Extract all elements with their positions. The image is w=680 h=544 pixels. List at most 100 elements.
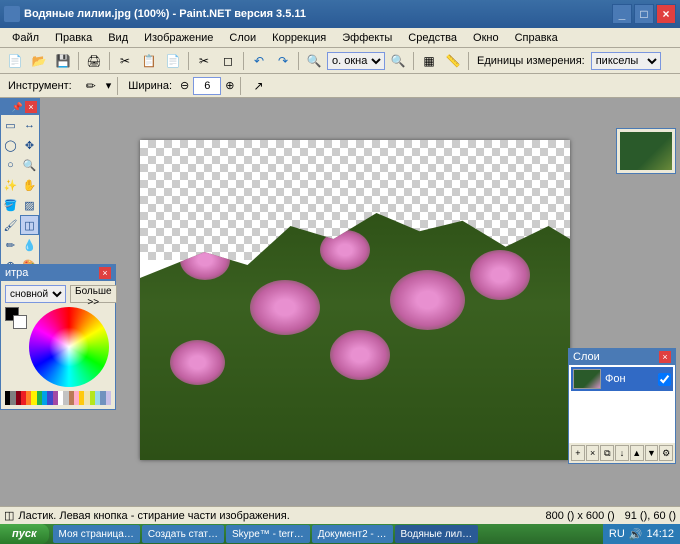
duplicate-layer-icon[interactable]: ⧉ [600,445,614,461]
properties-icon[interactable]: ⚙ [659,445,673,461]
tool-fill[interactable]: 🪣 [1,195,20,215]
pin-icon[interactable]: 📌 [12,102,23,113]
taskbar: пуск Моя страница…Создать стат…Skype™ - … [0,524,680,544]
layers-empty [571,391,673,441]
save-icon[interactable]: 💾 [52,50,74,72]
minus-icon[interactable]: ⊖ [180,79,189,92]
open-icon[interactable]: 📂 [28,50,50,72]
move-down-icon[interactable]: ▼ [645,445,659,461]
taskbar-item[interactable]: Моя страница… [53,525,140,543]
cut-icon[interactable]: ✂ [114,50,136,72]
workspace: 📌 × ▭ ↔ ◯ ✥ ○ 🔍 ✨ ✋ 🪣 ▨ 🖌 ◫ ✏ 💧 ⊕ 🎨 T ╱ … [0,98,680,524]
color-mode-select[interactable]: сновной [5,285,66,303]
tool-eraser[interactable]: ◫ [20,215,39,235]
menu-adjust[interactable]: Коррекция [264,30,334,46]
clock[interactable]: 14:12 [646,528,674,540]
menu-layers[interactable]: Слои [221,30,264,46]
layers-panel-title[interactable]: Слои × [569,349,675,365]
redo-icon[interactable]: ↷ [272,50,294,72]
menubar: Файл Правка Вид Изображение Слои Коррекц… [0,28,680,48]
main-toolbar: 📄 📂 💾 🖨 ✂ 📋 📄 ✂ ◻ ↶ ↷ 🔍 о. окна 🔍 ▦ 📏 Ед… [0,48,680,74]
copy-icon[interactable]: 📋 [138,50,160,72]
menu-effects[interactable]: Эффекты [334,30,400,46]
tools-panel-title[interactable]: 📌 × [1,99,39,115]
tool-lasso[interactable]: ◯ [1,135,20,155]
color-wheel[interactable] [29,307,109,387]
antialias-icon[interactable]: ↗ [247,75,269,97]
tool-label: Инструмент: [4,80,76,92]
plus-icon[interactable]: ⊕ [225,79,234,92]
menu-file[interactable]: Файл [4,30,47,46]
units-select[interactable]: пикселы [591,52,661,70]
tool-pencil[interactable]: ✏ [1,235,20,255]
zoom-in-icon[interactable]: 🔍 [387,50,409,72]
crop-icon[interactable]: ✂ [193,50,215,72]
close-icon[interactable]: × [99,267,111,279]
tray-icon[interactable]: 🔊 [629,528,643,541]
colors-title-text: итра [5,267,28,279]
tool-ellipse-select[interactable]: ○ [1,155,20,175]
palette-cell[interactable] [106,391,111,405]
color-swatches[interactable] [5,307,23,335]
minimize-button[interactable]: _ [612,4,632,24]
menu-help[interactable]: Справка [507,30,566,46]
close-icon[interactable]: × [659,351,671,363]
layer-visible-checkbox[interactable] [658,373,671,386]
close-button[interactable]: × [656,4,676,24]
tool-magic-wand[interactable]: ✨ [1,175,20,195]
zoom-out-icon[interactable]: 🔍 [303,50,325,72]
menu-window[interactable]: Окно [465,30,507,46]
tool-move[interactable]: ↔ [20,115,39,135]
undo-icon[interactable]: ↶ [248,50,270,72]
merge-layer-icon[interactable]: ↓ [615,445,629,461]
taskbar-item[interactable]: Создать стат… [142,525,224,543]
menu-tools[interactable]: Средства [400,30,465,46]
layer-name: Фон [605,373,626,385]
taskbar-item[interactable]: Документ2 - … [312,525,393,543]
tool-gradient[interactable]: ▨ [20,195,39,215]
taskbar-item[interactable]: Skype™ - terr… [226,525,310,543]
app-icon [4,6,20,22]
lang-indicator[interactable]: RU [609,528,625,540]
start-button[interactable]: пуск [0,524,49,544]
menu-view[interactable]: Вид [100,30,136,46]
tool-pan[interactable]: ✋ [20,175,39,195]
menu-image[interactable]: Изображение [136,30,221,46]
system-tray[interactable]: RU 🔊 14:12 [603,524,680,544]
taskbar-item[interactable]: Водяные лил… [395,525,479,543]
status-coords: 91 (), 60 () [625,510,676,522]
canvas[interactable] [140,140,570,460]
tool-brush[interactable]: 🖌 [1,215,20,235]
colors-panel: итра × сновной Больше >> [0,264,116,410]
maximize-button[interactable]: □ [634,4,654,24]
deselect-icon[interactable]: ◻ [217,50,239,72]
close-icon[interactable]: × [25,101,37,113]
separator [468,52,469,70]
current-tool-icon[interactable]: ✏ [80,75,102,97]
thumbnail-image [620,132,672,170]
menu-edit[interactable]: Правка [47,30,100,46]
secondary-color[interactable] [13,315,27,329]
layer-thumb [573,369,601,389]
tool-move-sel[interactable]: ✥ [20,135,39,155]
separator [188,52,189,70]
grid-icon[interactable]: ▦ [418,50,440,72]
width-input[interactable] [193,77,221,95]
add-layer-icon[interactable]: + [571,445,585,461]
colors-panel-title[interactable]: итра × [1,265,115,281]
delete-layer-icon[interactable]: × [586,445,600,461]
print-icon[interactable]: 🖨 [83,50,105,72]
thumbnail-panel[interactable] [616,128,676,174]
move-up-icon[interactable]: ▲ [630,445,644,461]
tool-rect-select[interactable]: ▭ [1,115,20,135]
tool-zoom[interactable]: 🔍 [20,155,39,175]
paste-icon[interactable]: 📄 [162,50,184,72]
palette [5,391,111,405]
layer-item[interactable]: Фон [571,367,673,391]
new-icon[interactable]: 📄 [4,50,26,72]
separator [240,77,241,95]
tool-picker[interactable]: 💧 [20,235,39,255]
ruler-icon[interactable]: 📏 [442,50,464,72]
more-button[interactable]: Больше >> [70,285,117,303]
zoom-select[interactable]: о. окна [327,52,385,70]
